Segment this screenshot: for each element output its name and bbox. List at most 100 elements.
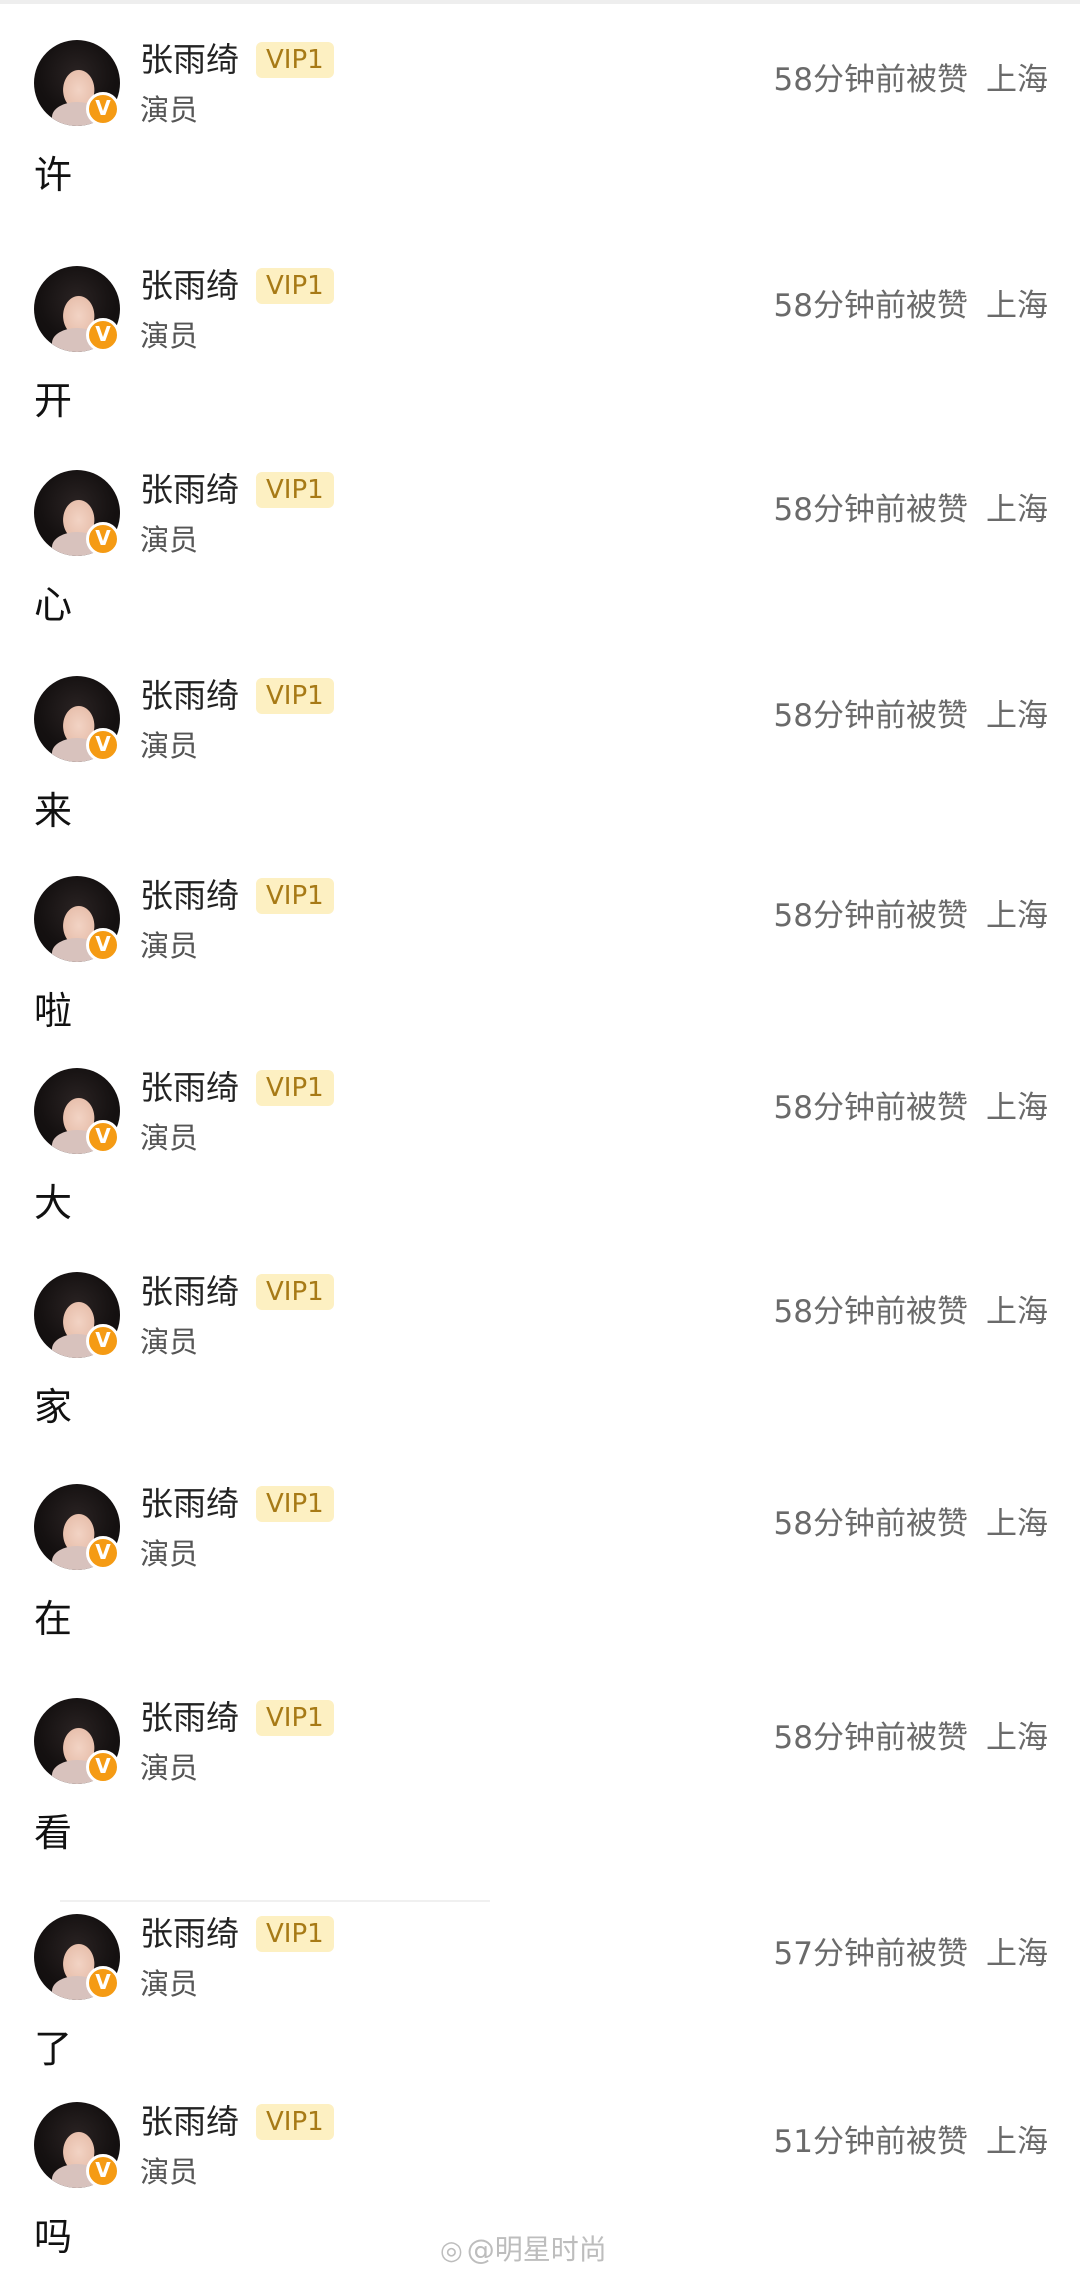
- user-role: 演员: [140, 1967, 199, 2001]
- verified-v-icon: V: [86, 318, 120, 352]
- comment-meta: 58分钟前被赞 上海: [774, 1718, 1048, 1758]
- liked-time: 58分钟前被赞: [773, 288, 968, 324]
- comment-text: 看: [34, 1811, 73, 1855]
- user-name[interactable]: 张雨绮: [140, 1068, 239, 1108]
- avatar[interactable]: V: [34, 266, 120, 352]
- verified-v-icon: V: [86, 2154, 120, 2188]
- comment-meta: 58分钟前被赞 上海: [774, 60, 1048, 100]
- verified-v-icon: V: [86, 928, 120, 962]
- avatar[interactable]: V: [34, 1068, 120, 1154]
- vip-badge[interactable]: VIP1: [256, 1274, 334, 1310]
- liked-time: 58分钟前被赞: [773, 898, 968, 934]
- top-divider: [0, 0, 1080, 4]
- location: 上海: [986, 492, 1048, 528]
- user-name[interactable]: 张雨绮: [140, 2102, 239, 2142]
- comment-meta: 58分钟前被赞 上海: [774, 1088, 1048, 1128]
- user-name[interactable]: 张雨绮: [140, 470, 239, 510]
- avatar[interactable]: V: [34, 40, 120, 126]
- user-role: 演员: [140, 2155, 199, 2189]
- user-name[interactable]: 张雨绮: [140, 876, 239, 916]
- liked-time: 58分钟前被赞: [773, 1294, 968, 1330]
- verified-v-icon: V: [86, 92, 120, 126]
- vip-badge[interactable]: VIP1: [256, 268, 334, 304]
- verified-v-icon: V: [86, 1966, 120, 2000]
- user-role: 演员: [140, 729, 199, 763]
- vip-badge[interactable]: VIP1: [256, 2104, 334, 2140]
- user-name[interactable]: 张雨绮: [140, 1484, 239, 1524]
- comment-text: 心: [34, 583, 73, 627]
- verified-v-icon: V: [86, 1324, 120, 1358]
- liked-time: 57分钟前被赞: [773, 1936, 968, 1972]
- comment-text: 来: [34, 789, 73, 833]
- user-name[interactable]: 张雨绮: [140, 1698, 239, 1738]
- avatar[interactable]: V: [34, 2102, 120, 2188]
- user-role: 演员: [140, 1751, 199, 1785]
- avatar[interactable]: V: [34, 1914, 120, 2000]
- comment-text: 了: [34, 2027, 73, 2071]
- user-role: 演员: [140, 93, 199, 127]
- vip-badge[interactable]: VIP1: [256, 1916, 334, 1952]
- watermark: ◎ @明星时尚: [440, 2232, 607, 2269]
- avatar[interactable]: V: [34, 876, 120, 962]
- verified-v-icon: V: [86, 522, 120, 556]
- vip-badge[interactable]: VIP1: [256, 472, 334, 508]
- vip-badge[interactable]: VIP1: [256, 878, 334, 914]
- comment-text: 许: [34, 153, 73, 197]
- liked-time: 58分钟前被赞: [773, 1720, 968, 1756]
- watermark-text: @明星时尚: [466, 2233, 607, 2266]
- comment-text: 在: [34, 1597, 73, 1641]
- vip-badge[interactable]: VIP1: [256, 42, 334, 78]
- avatar[interactable]: V: [34, 1698, 120, 1784]
- location: 上海: [986, 1506, 1048, 1542]
- user-name[interactable]: 张雨绮: [140, 266, 239, 306]
- avatar[interactable]: V: [34, 1484, 120, 1570]
- comment-text: 啦: [34, 989, 73, 1033]
- vip-badge[interactable]: VIP1: [256, 1486, 334, 1522]
- vip-badge[interactable]: VIP1: [256, 1070, 334, 1106]
- liked-time: 58分钟前被赞: [773, 1506, 968, 1542]
- user-name[interactable]: 张雨绮: [140, 1272, 239, 1312]
- verified-v-icon: V: [86, 1120, 120, 1154]
- user-role: 演员: [140, 1537, 199, 1571]
- comment-text: 吗: [34, 2215, 73, 2259]
- user-role: 演员: [140, 1121, 199, 1155]
- user-name[interactable]: 张雨绮: [140, 1914, 239, 1954]
- liked-time: 51分钟前被赞: [773, 2124, 968, 2160]
- comment-meta: 58分钟前被赞 上海: [774, 696, 1048, 736]
- vip-badge[interactable]: VIP1: [256, 1700, 334, 1736]
- comment-text: 大: [34, 1181, 73, 1225]
- comment-meta: 58分钟前被赞 上海: [774, 286, 1048, 326]
- avatar[interactable]: V: [34, 1272, 120, 1358]
- location: 上海: [986, 288, 1048, 324]
- comment-meta: 57分钟前被赞 上海: [774, 1934, 1048, 1974]
- comment-meta: 58分钟前被赞 上海: [774, 1292, 1048, 1332]
- location: 上海: [986, 2124, 1048, 2160]
- weibo-icon: ◎: [440, 2236, 463, 2266]
- verified-v-icon: V: [86, 728, 120, 762]
- location: 上海: [986, 1936, 1048, 1972]
- avatar[interactable]: V: [34, 470, 120, 556]
- comment-meta: 58分钟前被赞 上海: [774, 896, 1048, 936]
- verified-v-icon: V: [86, 1536, 120, 1570]
- user-name[interactable]: 张雨绮: [140, 676, 239, 716]
- user-name[interactable]: 张雨绮: [140, 40, 239, 80]
- liked-time: 58分钟前被赞: [773, 1090, 968, 1126]
- liked-time: 58分钟前被赞: [773, 62, 968, 98]
- comment-meta: 51分钟前被赞 上海: [774, 2122, 1048, 2162]
- avatar[interactable]: V: [34, 676, 120, 762]
- location: 上海: [986, 1090, 1048, 1126]
- vip-badge[interactable]: VIP1: [256, 678, 334, 714]
- liked-time: 58分钟前被赞: [773, 492, 968, 528]
- comment-text: 开: [34, 379, 73, 423]
- verified-v-icon: V: [86, 1750, 120, 1784]
- comment-meta: 58分钟前被赞 上海: [774, 490, 1048, 530]
- liked-time: 58分钟前被赞: [773, 698, 968, 734]
- comment-meta: 58分钟前被赞 上海: [774, 1504, 1048, 1544]
- user-role: 演员: [140, 319, 199, 353]
- location: 上海: [986, 1294, 1048, 1330]
- comment-text: 家: [34, 1385, 73, 1429]
- user-role: 演员: [140, 523, 199, 557]
- user-role: 演员: [140, 929, 199, 963]
- divider: [60, 1900, 490, 1902]
- location: 上海: [986, 1720, 1048, 1756]
